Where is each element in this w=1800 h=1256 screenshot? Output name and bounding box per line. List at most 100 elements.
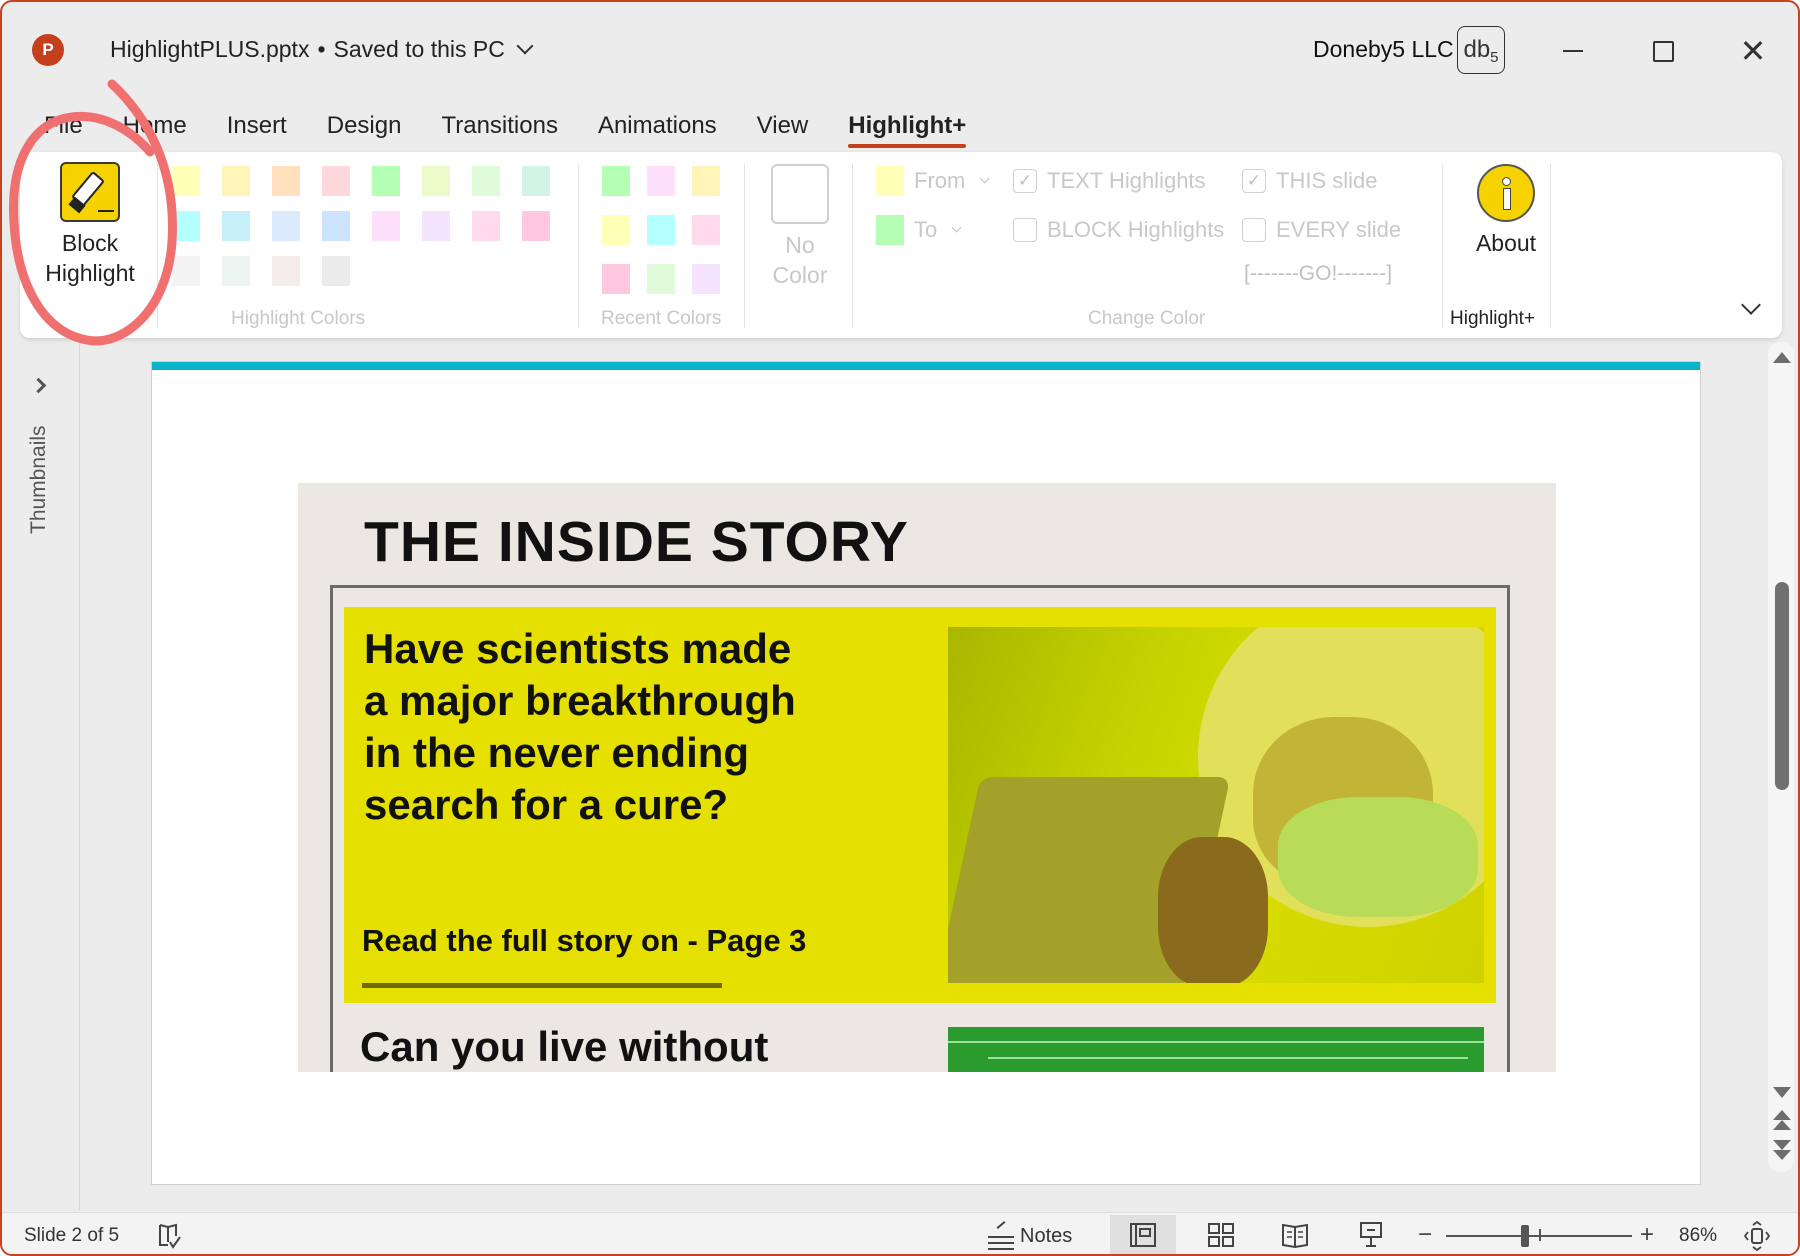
slide-counter[interactable]: Slide 2 of 5 (24, 1225, 119, 1247)
minimize-button[interactable] (1550, 28, 1596, 74)
zoom-slider-thumb[interactable] (1520, 1225, 1529, 1247)
tab-design[interactable]: Design (307, 108, 422, 148)
normal-view-button[interactable] (1110, 1215, 1176, 1254)
group-divider (1550, 164, 1551, 328)
highlight-color-swatch[interactable] (272, 211, 300, 241)
every-slide-checkbox[interactable]: EVERY slide (1242, 217, 1401, 243)
tab-home[interactable]: Home (103, 108, 207, 148)
circuit-board-photo (948, 1027, 1484, 1072)
powerpoint-logo-icon: P (32, 34, 70, 66)
highlighter-marker-icon (60, 162, 120, 222)
recent-color-swatch[interactable] (602, 264, 630, 294)
highlight-color-swatch[interactable] (422, 166, 450, 196)
close-button[interactable]: ✕ (1730, 28, 1776, 74)
highlight-color-swatch[interactable] (472, 211, 500, 241)
to-color-swatch (876, 215, 904, 245)
block-highlights-checkbox[interactable]: BLOCK Highlights (1013, 217, 1224, 243)
highlight-color-swatch[interactable] (322, 211, 350, 241)
ribbon-collapse-chevron-icon[interactable] (1741, 295, 1761, 315)
highlight-color-swatch[interactable] (322, 256, 350, 286)
save-status: Saved to this PC (333, 36, 505, 62)
vertical-scrollbar[interactable] (1768, 342, 1794, 1172)
newspaper-title: THE INSIDE STORY (364, 510, 909, 574)
zoom-in-button[interactable]: + (1640, 1221, 1654, 1249)
no-color-button[interactable]: No Color (768, 164, 832, 290)
this-slide-checkbox[interactable]: ✓ THIS slide (1242, 168, 1377, 194)
tab-view[interactable]: View (737, 108, 829, 148)
recent-color-swatch[interactable] (647, 166, 675, 196)
recent-color-swatch[interactable] (692, 166, 720, 196)
thumbnails-label[interactable]: Thumbnails (27, 425, 51, 534)
recent-color-swatch[interactable] (692, 215, 720, 245)
tab-animations[interactable]: Animations (578, 108, 737, 148)
highlight-color-swatch[interactable] (222, 211, 250, 241)
highlight-color-swatch[interactable] (272, 166, 300, 196)
tab-transitions[interactable]: Transitions (421, 108, 577, 148)
to-color-dropdown[interactable]: To (876, 215, 962, 245)
highlight-color-swatch[interactable] (172, 256, 200, 286)
scroll-up-arrow-icon[interactable] (1773, 352, 1791, 363)
group-divider (744, 164, 745, 328)
recent-color-swatch[interactable] (602, 215, 630, 245)
scientist-microscope-photo (948, 627, 1484, 983)
highlight-color-swatch[interactable] (222, 166, 250, 196)
highlight-color-swatch[interactable] (422, 211, 450, 241)
highlight-color-swatch[interactable] (372, 166, 400, 196)
tab-highlight-plus[interactable]: Highlight+ (828, 108, 986, 148)
block-highlight-button[interactable]: Block Highlight (40, 162, 140, 288)
highlight-color-swatch[interactable] (372, 211, 400, 241)
recent-color-swatch[interactable] (602, 166, 630, 196)
fit-to-window-icon[interactable] (1742, 1221, 1772, 1251)
highlight-color-swatch[interactable] (522, 166, 550, 196)
scrollbar-thumb[interactable] (1775, 582, 1789, 790)
slide-canvas[interactable]: THE INSIDE STORY Have scientists made a … (151, 361, 1701, 1185)
recent-color-swatch[interactable] (647, 264, 675, 294)
expand-thumbnails-chevron-icon[interactable] (30, 377, 47, 394)
from-color-dropdown[interactable]: From (876, 166, 990, 196)
chevron-down-icon (951, 222, 962, 232)
tab-insert[interactable]: Insert (207, 108, 307, 148)
highlight-color-swatch[interactable] (172, 166, 200, 196)
scroll-down-arrow-icon[interactable] (1773, 1087, 1791, 1098)
slide-sorter-view-button[interactable] (1188, 1215, 1254, 1254)
about-button[interactable]: About (1462, 164, 1550, 257)
next-slide-icon[interactable] (1773, 1140, 1791, 1162)
empty-swatch-icon (771, 164, 829, 224)
highlight-color-swatch[interactable] (222, 256, 250, 286)
highlight-color-swatch[interactable] (522, 211, 550, 241)
from-color-swatch (876, 166, 904, 196)
checkbox-unchecked-icon (1242, 218, 1266, 242)
group-divider (1442, 164, 1443, 328)
document-title-button[interactable]: HighlightPLUS.pptx • Saved to this PC (110, 36, 534, 63)
slideshow-button[interactable] (1338, 1215, 1404, 1254)
account-name[interactable]: Doneby5 LLC (1313, 36, 1454, 63)
grid-view-icon (1208, 1223, 1234, 1247)
ribbon: Block Highlight Highlight Colors Recent … (20, 152, 1782, 338)
chevron-down-icon (516, 37, 534, 54)
checkbox-checked-icon: ✓ (1013, 169, 1037, 193)
highlight-color-swatch[interactable] (472, 166, 500, 196)
thumbnails-panel: Thumbnails (2, 338, 80, 1210)
highlight-color-swatch[interactable] (322, 166, 350, 196)
title-bar: P HighlightPLUS.pptx • Saved to this PC … (2, 2, 1798, 98)
recent-color-swatch[interactable] (692, 264, 720, 294)
notes-button[interactable]: Notes (986, 1219, 1072, 1253)
highlight-color-swatch[interactable] (272, 256, 300, 286)
account-avatar[interactable]: db 5 (1457, 26, 1505, 74)
group-divider (578, 164, 579, 328)
newspaper-image[interactable]: THE INSIDE STORY Have scientists made a … (298, 483, 1556, 1072)
maximize-button[interactable] (1640, 28, 1686, 74)
powerpoint-window: P HighlightPLUS.pptx • Saved to this PC … (0, 0, 1800, 1256)
highlight-color-swatch[interactable] (172, 211, 200, 241)
tab-file[interactable]: File (44, 108, 103, 148)
previous-slide-icon[interactable] (1773, 1110, 1791, 1132)
headline-underline (362, 983, 722, 988)
zoom-out-button[interactable]: − (1418, 1221, 1432, 1249)
chevron-down-icon (979, 173, 990, 183)
text-highlights-checkbox[interactable]: ✓ TEXT Highlights (1013, 168, 1206, 194)
recent-color-swatch[interactable] (647, 215, 675, 245)
accessibility-book-icon[interactable] (157, 1222, 183, 1250)
go-button[interactable]: [-------GO!-------] (1244, 262, 1392, 286)
zoom-level[interactable]: 86% (1679, 1225, 1717, 1247)
reading-view-button[interactable] (1262, 1215, 1328, 1254)
